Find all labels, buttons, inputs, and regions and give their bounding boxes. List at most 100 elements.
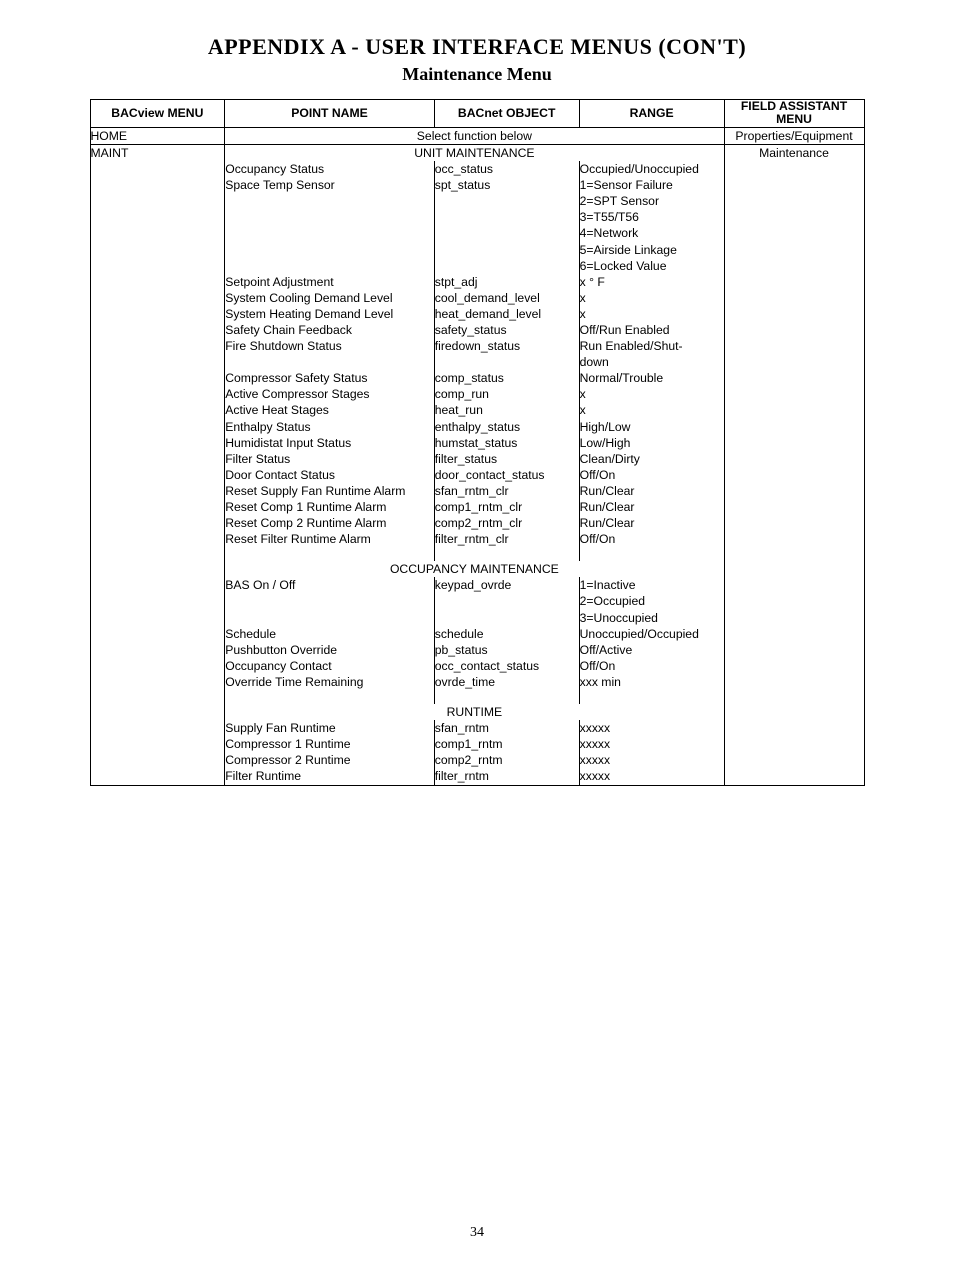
bacnet-cell: ovrde_time bbox=[434, 674, 579, 704]
bacnet-cell: filter_rntm_clr bbox=[434, 531, 579, 561]
maint-section-row: MAINT UNIT MAINTENANCE Maintenance bbox=[90, 144, 864, 161]
range-cell: Low/High bbox=[579, 435, 724, 451]
bacnet-cell: comp_status bbox=[434, 370, 579, 386]
home-bacview: HOME bbox=[90, 127, 225, 144]
range-cell: 1=Inactive 2=Occupied 3=Unoccupied bbox=[579, 577, 724, 625]
range-cell: Run/Clear bbox=[579, 483, 724, 499]
range-cell: Clean/Dirty bbox=[579, 451, 724, 467]
point-name-cell: Filter Status bbox=[225, 451, 435, 467]
maint-fa: Maintenance bbox=[724, 144, 864, 785]
document-page: APPENDIX A - USER INTERFACE MENUS (CON'T… bbox=[0, 34, 954, 1269]
range-cell: Run/Clear bbox=[579, 499, 724, 515]
range-cell: Occupied/Unoccupied bbox=[579, 161, 724, 177]
range-cell: Run/Clear bbox=[579, 515, 724, 531]
occupancy-maintenance-heading: OCCUPANCY MAINTENANCE bbox=[225, 561, 724, 577]
range-cell: Off/On bbox=[579, 467, 724, 483]
range-cell: x ° F bbox=[579, 274, 724, 290]
page-number: 34 bbox=[0, 1225, 954, 1241]
bacnet-cell: occ_status bbox=[434, 161, 579, 177]
range-cell: Unoccupied/Occupied bbox=[579, 626, 724, 642]
point-name-cell: Compressor Safety Status bbox=[225, 370, 435, 386]
page-subtitle: Maintenance Menu bbox=[0, 64, 954, 85]
bacnet-cell: comp1_rntm_clr bbox=[434, 499, 579, 515]
bacnet-cell: filter_rntm bbox=[434, 768, 579, 785]
range-cell: Off/Run Enabled bbox=[579, 322, 724, 338]
point-name-cell: Filter Runtime bbox=[225, 768, 435, 785]
point-name-cell: Compressor 2 Runtime bbox=[225, 752, 435, 768]
range-cell: Normal/Trouble bbox=[579, 370, 724, 386]
bacnet-cell: enthalpy_status bbox=[434, 419, 579, 435]
bacnet-cell: keypad_ovrde bbox=[434, 577, 579, 625]
runtime-heading: RUNTIME bbox=[225, 704, 724, 720]
point-name-cell: Space Temp Sensor bbox=[225, 177, 435, 274]
table-header-row: BACview MENU POINT NAME BACnet OBJECT RA… bbox=[90, 100, 864, 128]
bacnet-cell: firedown_status bbox=[434, 338, 579, 370]
bacnet-cell: door_contact_status bbox=[434, 467, 579, 483]
hdr-field-assistant-menu: FIELD ASSISTANT MENU bbox=[724, 100, 864, 128]
range-cell: Off/On bbox=[579, 658, 724, 674]
point-name-cell: Door Contact Status bbox=[225, 467, 435, 483]
home-row: HOME Select function below Properties/Eq… bbox=[90, 127, 864, 144]
point-name-cell: Enthalpy Status bbox=[225, 419, 435, 435]
hdr-point-name: POINT NAME bbox=[225, 100, 435, 128]
bacnet-cell: cool_demand_level bbox=[434, 290, 579, 306]
bacnet-cell: humstat_status bbox=[434, 435, 579, 451]
point-name-cell: Occupancy Status bbox=[225, 161, 435, 177]
bacnet-cell: sfan_rntm_clr bbox=[434, 483, 579, 499]
point-name-cell: Fire Shutdown Status bbox=[225, 338, 435, 370]
point-name-cell: Reset Supply Fan Runtime Alarm bbox=[225, 483, 435, 499]
range-cell: xxxxx bbox=[579, 752, 724, 768]
home-center-text: Select function below bbox=[225, 127, 724, 144]
home-fa: Properties/Equipment bbox=[724, 127, 864, 144]
bacnet-cell: safety_status bbox=[434, 322, 579, 338]
point-name-cell: Supply Fan Runtime bbox=[225, 720, 435, 736]
point-name-cell: Humidistat Input Status bbox=[225, 435, 435, 451]
point-name-cell: Schedule bbox=[225, 626, 435, 642]
hdr-range: RANGE bbox=[579, 100, 724, 128]
bacnet-cell: comp1_rntm bbox=[434, 736, 579, 752]
range-cell: xxx min bbox=[579, 674, 724, 704]
point-name-cell: System Heating Demand Level bbox=[225, 306, 435, 322]
bacnet-cell: heat_run bbox=[434, 402, 579, 418]
bacnet-cell: heat_demand_level bbox=[434, 306, 579, 322]
bacnet-cell: occ_contact_status bbox=[434, 658, 579, 674]
point-name-cell: Reset Filter Runtime Alarm bbox=[225, 531, 435, 561]
point-name-cell: Setpoint Adjustment bbox=[225, 274, 435, 290]
bacnet-cell: spt_status bbox=[434, 177, 579, 274]
range-cell: xxxxx bbox=[579, 736, 724, 752]
maint-bacview: MAINT bbox=[90, 144, 225, 785]
bacnet-cell: schedule bbox=[434, 626, 579, 642]
point-name-cell: Active Heat Stages bbox=[225, 402, 435, 418]
range-cell: Run Enabled/Shut- down bbox=[579, 338, 724, 370]
range-cell: x bbox=[579, 290, 724, 306]
point-name-cell: Active Compressor Stages bbox=[225, 386, 435, 402]
bacnet-cell: comp2_rntm_clr bbox=[434, 515, 579, 531]
point-name-cell: Reset Comp 1 Runtime Alarm bbox=[225, 499, 435, 515]
point-name-cell: Occupancy Contact bbox=[225, 658, 435, 674]
point-name-cell: System Cooling Demand Level bbox=[225, 290, 435, 306]
range-cell: 1=Sensor Failure 2=SPT Sensor 3=T55/T56 … bbox=[579, 177, 724, 274]
point-name-cell: Safety Chain Feedback bbox=[225, 322, 435, 338]
point-name-cell: Override Time Remaining bbox=[225, 674, 435, 704]
range-cell: x bbox=[579, 306, 724, 322]
range-cell: x bbox=[579, 402, 724, 418]
page-title: APPENDIX A - USER INTERFACE MENUS (CON'T… bbox=[0, 34, 954, 60]
bacnet-cell: stpt_adj bbox=[434, 274, 579, 290]
hdr-bacview-menu: BACview MENU bbox=[90, 100, 225, 128]
range-cell: Off/Active bbox=[579, 642, 724, 658]
bacnet-cell: pb_status bbox=[434, 642, 579, 658]
range-cell: xxxxx bbox=[579, 768, 724, 785]
unit-maintenance-heading: UNIT MAINTENANCE bbox=[225, 144, 724, 161]
range-cell: High/Low bbox=[579, 419, 724, 435]
range-cell: Off/On bbox=[579, 531, 724, 561]
point-name-cell: Reset Comp 2 Runtime Alarm bbox=[225, 515, 435, 531]
bacnet-cell: comp2_rntm bbox=[434, 752, 579, 768]
range-cell: xxxxx bbox=[579, 720, 724, 736]
point-name-cell: Compressor 1 Runtime bbox=[225, 736, 435, 752]
bacnet-cell: sfan_rntm bbox=[434, 720, 579, 736]
menu-table: BACview MENU POINT NAME BACnet OBJECT RA… bbox=[90, 99, 865, 786]
point-name-cell: Pushbutton Override bbox=[225, 642, 435, 658]
bacnet-cell: filter_status bbox=[434, 451, 579, 467]
range-cell: x bbox=[579, 386, 724, 402]
hdr-fa-line1: FIELD ASSISTANT bbox=[741, 99, 847, 113]
